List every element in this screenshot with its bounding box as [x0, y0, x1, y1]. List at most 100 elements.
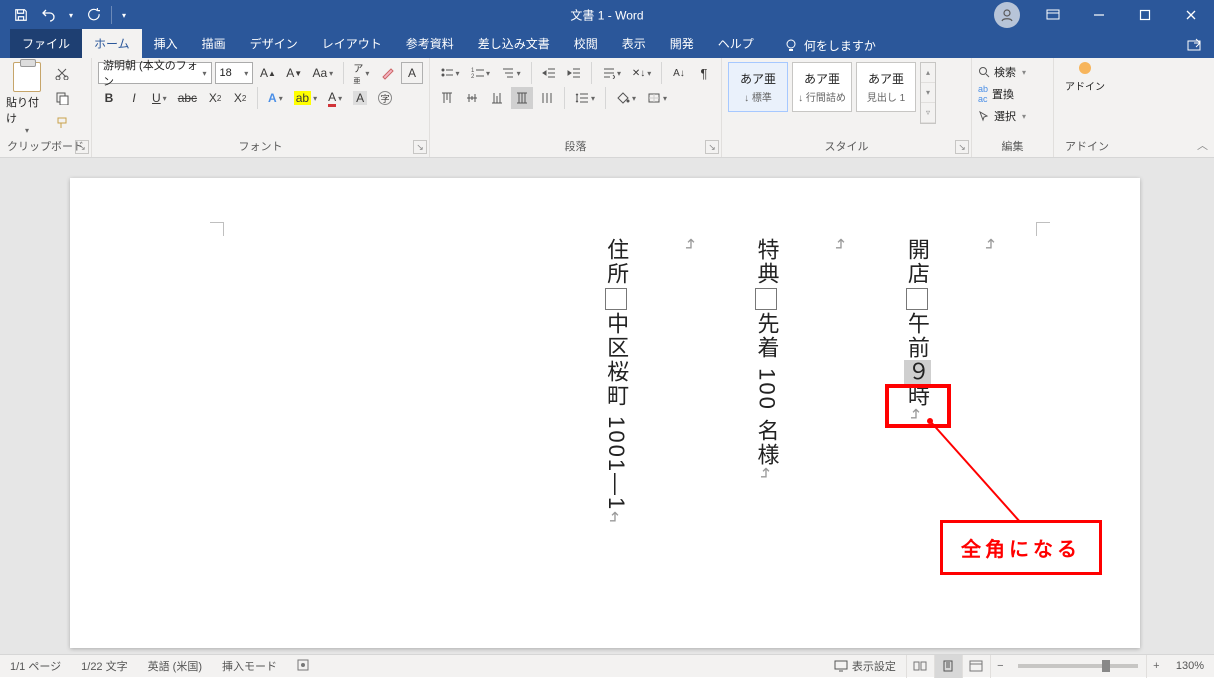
shrink-font-icon[interactable]: A▼: [283, 62, 306, 84]
bold-icon[interactable]: B: [98, 87, 120, 109]
tab-insert[interactable]: 挿入: [142, 29, 190, 58]
style-down-icon[interactable]: ▾: [921, 83, 935, 103]
tab-references[interactable]: 参考資料: [394, 29, 466, 58]
group-clipboard: 貼り付け ▾ クリップボード ↘: [0, 58, 92, 157]
find-button[interactable]: 検索▾: [978, 62, 1047, 82]
paragraph-launcher-icon[interactable]: ↘: [705, 140, 719, 154]
tab-home[interactable]: ホーム: [82, 29, 142, 58]
highlighted-nine: ９: [904, 360, 931, 384]
character-shading-icon[interactable]: A: [349, 87, 371, 109]
numbering-icon[interactable]: 12: [467, 62, 495, 84]
share-icon[interactable]: [1184, 34, 1206, 56]
addin-button[interactable]: アドイン: [1060, 62, 1110, 93]
style-gallery-scroll[interactable]: ▴ ▾ ▿: [920, 62, 936, 124]
status-lang[interactable]: 英語 (米国): [138, 658, 212, 674]
page[interactable]: ↵ 開店午前９時↵ ↵ 特典先着 100 名様↵ ↵ 住所中区桜町 1001―1…: [70, 178, 1140, 648]
status-macro-icon[interactable]: [287, 659, 319, 674]
zoom-slider[interactable]: [1018, 664, 1138, 668]
align-top-icon[interactable]: [436, 87, 458, 109]
align-center-v-icon[interactable]: [461, 87, 483, 109]
font-name-combo[interactable]: 游明朝 (本文のフォン▾: [98, 62, 212, 84]
status-mode[interactable]: 挿入モード: [212, 658, 287, 674]
superscript-icon[interactable]: X2: [229, 87, 251, 109]
paste-button[interactable]: 貼り付け ▾: [6, 62, 48, 135]
print-layout-icon[interactable]: [934, 655, 962, 678]
format-painter-icon[interactable]: [51, 112, 73, 134]
increase-indent-icon[interactable]: [563, 62, 585, 84]
qat-customize-icon[interactable]: ▾: [117, 2, 131, 28]
replace-button[interactable]: abac 置換: [978, 84, 1047, 104]
undo-icon[interactable]: [36, 2, 62, 28]
enclose-white-icon[interactable]: 字: [374, 87, 396, 109]
status-words[interactable]: 1/22 文字: [71, 658, 137, 674]
line-spacing-icon[interactable]: [571, 87, 599, 109]
zoom-in-icon[interactable]: +: [1146, 655, 1166, 678]
group-font: 游明朝 (本文のフォン▾ 18▾ A▲ A▼ Aa ア亜 A B I U abc…: [92, 58, 430, 157]
read-mode-icon[interactable]: [906, 655, 934, 678]
account-icon[interactable]: [994, 2, 1020, 28]
group-addin: アドイン アドイン: [1054, 58, 1120, 157]
collapse-ribbon-icon[interactable]: ︿: [1197, 137, 1208, 153]
enclose-character-icon[interactable]: A: [401, 62, 423, 84]
phonetic-guide-icon[interactable]: ア亜: [350, 62, 373, 84]
select-button[interactable]: 選択▾: [978, 106, 1047, 126]
multilevel-list-icon[interactable]: [497, 62, 525, 84]
style-more-icon[interactable]: ▿: [921, 103, 935, 123]
show-marks-icon[interactable]: ¶: [693, 62, 715, 84]
font-launcher-icon[interactable]: ↘: [413, 140, 427, 154]
borders-icon[interactable]: [643, 87, 671, 109]
style-up-icon[interactable]: ▴: [921, 63, 935, 83]
style-heading1[interactable]: あア亜 見出し 1: [856, 62, 916, 112]
tab-view[interactable]: 表示: [610, 29, 658, 58]
clipboard-paste-icon: [13, 62, 41, 92]
maximize-icon[interactable]: [1122, 0, 1168, 30]
subscript-icon[interactable]: X2: [204, 87, 226, 109]
tab-file[interactable]: ファイル: [10, 29, 82, 58]
clipboard-launcher-icon[interactable]: ↘: [75, 140, 89, 154]
highlight-icon[interactable]: ab: [290, 87, 321, 109]
align-justify-v-icon[interactable]: [511, 87, 533, 109]
italic-icon[interactable]: I: [123, 87, 145, 109]
zoom-out-icon[interactable]: −: [990, 655, 1010, 678]
text-effects-icon[interactable]: A: [264, 87, 287, 109]
close-icon[interactable]: [1168, 0, 1214, 30]
text-direction-icon[interactable]: [598, 62, 626, 84]
zoom-level[interactable]: 130%: [1166, 660, 1214, 672]
style-no-spacing[interactable]: あア亜 ↓ 行間詰め: [792, 62, 852, 112]
display-settings[interactable]: 表示設定: [824, 658, 906, 674]
cut-icon[interactable]: [51, 62, 73, 84]
bullets-icon[interactable]: [436, 62, 464, 84]
font-size-combo[interactable]: 18▾: [215, 62, 254, 84]
status-page[interactable]: 1/1 ページ: [0, 658, 71, 674]
tab-review[interactable]: 校閲: [562, 29, 610, 58]
undo-more-icon[interactable]: ▾: [64, 2, 78, 28]
window-title: 文書 1 - Word: [570, 7, 643, 24]
minimize-icon[interactable]: [1076, 0, 1122, 30]
web-layout-icon[interactable]: [962, 655, 990, 678]
ribbon-display-icon[interactable]: [1030, 0, 1076, 30]
decrease-indent-icon[interactable]: [538, 62, 560, 84]
style-normal[interactable]: あア亜 ↓ 標準: [728, 62, 788, 112]
asian-layout-icon[interactable]: ✕↓: [628, 62, 655, 84]
clear-formatting-icon[interactable]: [376, 62, 398, 84]
tab-design[interactable]: デザイン: [238, 29, 310, 58]
distributed-icon[interactable]: [536, 87, 558, 109]
grow-font-icon[interactable]: A▲: [256, 62, 279, 84]
sort-icon[interactable]: A↓: [668, 62, 690, 84]
tab-layout[interactable]: レイアウト: [310, 29, 394, 58]
font-color-icon[interactable]: A: [324, 87, 346, 109]
tell-me[interactable]: 何をしますか: [776, 33, 884, 58]
shading-icon[interactable]: [612, 87, 640, 109]
tab-help[interactable]: ヘルプ: [706, 29, 766, 58]
tab-mailings[interactable]: 差し込み文書: [466, 29, 562, 58]
strikethrough-icon[interactable]: abc: [174, 87, 201, 109]
change-case-icon[interactable]: Aa: [309, 62, 337, 84]
save-icon[interactable]: [8, 2, 34, 28]
redo-icon[interactable]: [80, 2, 106, 28]
tab-developer[interactable]: 開発: [658, 29, 706, 58]
underline-icon[interactable]: U: [148, 87, 171, 109]
copy-icon[interactable]: [51, 87, 73, 109]
tab-draw[interactable]: 描画: [190, 29, 238, 58]
styles-launcher-icon[interactable]: ↘: [955, 140, 969, 154]
align-bottom-icon[interactable]: [486, 87, 508, 109]
